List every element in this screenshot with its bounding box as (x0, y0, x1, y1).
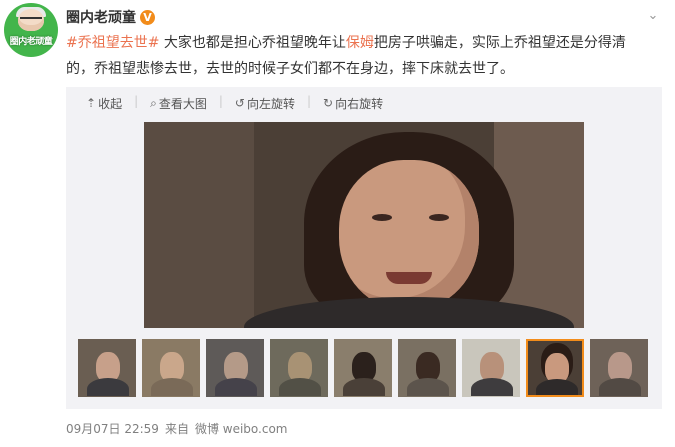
thumbnail[interactable] (334, 339, 392, 397)
post-footer: 09月07日 22:59 来自 微博 weibo.com (66, 420, 294, 437)
thumbnail-active[interactable] (526, 339, 584, 397)
avatar-glasses (20, 17, 42, 25)
from-label: 来自 (164, 422, 189, 436)
rotate-left-button[interactable]: ↺ 向左旋转 (235, 94, 295, 112)
rotate-left-label: 向左旋转 (246, 96, 295, 111)
thumbnail[interactable] (270, 339, 328, 397)
rotate-right-label: 向右旋转 (335, 96, 384, 111)
rotate-right-button[interactable]: ↻ 向右旋转 (323, 94, 383, 112)
media-box: ⇡ 收起 | ⌕ 查看大图 | ↺ 向左旋转 | ↻ 向右旋转 (66, 87, 662, 409)
toolbar-divider: | (218, 94, 223, 108)
verified-badge-icon: V (140, 9, 155, 25)
post-text: #乔祖望去世# 大家也都是担心乔祖望晚年让保姆把房子哄骗走，实际上乔祖望还是分得… (66, 30, 666, 82)
thumbnail[interactable] (78, 339, 136, 397)
thumbnail[interactable] (206, 339, 264, 397)
toolbar-divider: | (134, 94, 139, 108)
toolbar-divider: | (307, 94, 312, 108)
hashtag-link[interactable]: #乔祖望去世# (66, 35, 159, 51)
media-toolbar: ⇡ 收起 | ⌕ 查看大图 | ↺ 向左旋转 | ↻ 向右旋转 (86, 94, 395, 112)
avatar[interactable]: 圈内老顽童 (4, 3, 58, 57)
main-photo[interactable] (144, 122, 584, 328)
timestamp-link[interactable]: 09月07日 22:59 (66, 420, 159, 437)
collapse-label: 收起 (98, 96, 123, 111)
view-large-label: 查看大图 (158, 96, 207, 111)
thumbnail[interactable] (590, 339, 648, 397)
avatar-text: 圈内老顽童 (9, 37, 53, 47)
user-row: 圈内老顽童 V (66, 7, 155, 27)
thumbnail[interactable] (142, 339, 200, 397)
rotate-right-icon: ↻ (323, 96, 334, 110)
thumbnail-strip (78, 339, 648, 399)
thumbnail[interactable] (398, 339, 456, 397)
collapse-icon: ⇡ (86, 96, 97, 110)
user-name[interactable]: 圈内老顽童 (66, 7, 136, 27)
search-icon: ⌕ (150, 95, 157, 110)
source-link[interactable]: 微博 weibo.com (195, 420, 288, 437)
keyword-link[interactable]: 保姆 (346, 35, 374, 51)
collapse-button[interactable]: ⇡ 收起 (86, 94, 122, 112)
weibo-post-card: 圈内老顽童 圈内老顽童 V ⌄ #乔祖望去世# 大家也都是担心乔祖望晚年让保姆把… (0, 0, 675, 447)
post-text-segment-a: 大家也都是担心乔祖望晚年让 (159, 35, 346, 51)
thumbnail[interactable] (462, 339, 520, 397)
rotate-left-icon: ↺ (234, 96, 245, 110)
view-large-button[interactable]: ⌕ 查看大图 (150, 94, 207, 112)
post-text-segment-b: 把房子哄骗走，实际上乔祖望还是分得清 (373, 35, 626, 51)
chevron-down-icon[interactable]: ⌄ (645, 9, 661, 22)
post-text-line2: 的，乔祖望悲惨去世，去世的时候子女们都不在身边，摔下床就去世了。 (66, 61, 514, 77)
